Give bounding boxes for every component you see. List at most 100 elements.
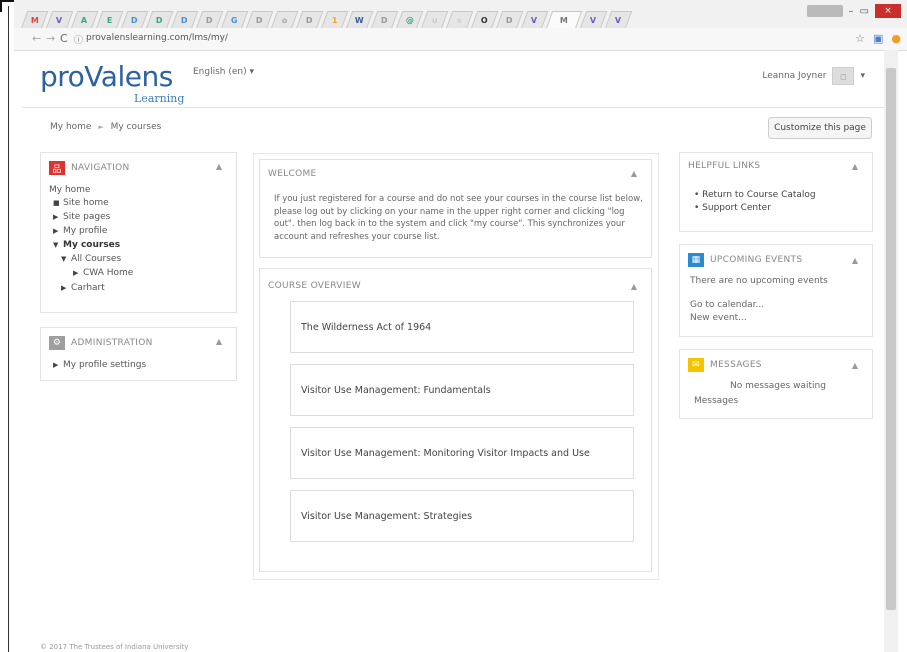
messages-block: ✉ MESSAGES ▲ No messages waiting Message… xyxy=(679,349,873,419)
reload-icon[interactable]: C xyxy=(60,32,68,45)
nav-profile-settings[interactable]: ▶ My profile settings xyxy=(53,360,146,370)
nav-site-pages[interactable]: ▶ Site pages xyxy=(53,212,110,222)
browser-tab[interactable]: D xyxy=(170,11,199,29)
browser-tab[interactable]: E xyxy=(95,11,124,29)
course-card[interactable]: Visitor Use Management: Strategies xyxy=(290,490,634,542)
tab-favicon-icon: D xyxy=(180,16,188,25)
calendar-icon: ▦ xyxy=(688,253,704,267)
url-field[interactable]: provalenslearning.com/lms/my/ xyxy=(86,33,228,43)
bookmark-star-icon[interactable]: ☆ xyxy=(855,32,865,45)
helpful-links-block: HELPFUL LINKS ▲ • Return to Course Catal… xyxy=(679,152,873,232)
browser-tab[interactable]: O xyxy=(470,11,499,29)
nav-site-home-label: Site home xyxy=(63,198,109,208)
no-messages-text: No messages waiting xyxy=(730,381,826,391)
welcome-block: WELCOME ▲ If you just registered for a c… xyxy=(259,159,652,258)
browser-tab[interactable]: D xyxy=(495,11,524,29)
window-controls: – ▭ × xyxy=(806,4,901,18)
browser-tab[interactable]: V xyxy=(604,11,633,29)
collapse-icon[interactable]: ▲ xyxy=(852,256,858,265)
messages-title-text: MESSAGES xyxy=(710,360,762,370)
tab-favicon-icon: W xyxy=(354,16,364,25)
user-menu[interactable]: Leanna Joyner ◻ ▾ xyxy=(762,67,865,85)
course-card[interactable]: The Wilderness Act of 1964 xyxy=(290,301,634,353)
browser-tab[interactable]: s xyxy=(445,11,474,29)
messages-link[interactable]: Messages xyxy=(694,396,738,406)
collapse-icon[interactable]: ▲ xyxy=(852,361,858,370)
tab-favicon-icon: D xyxy=(505,16,513,25)
forward-icon[interactable]: → xyxy=(46,32,55,45)
sitemap-icon: 品 xyxy=(49,161,65,175)
messages-title: ✉ MESSAGES xyxy=(688,358,762,372)
browser-tab[interactable]: A xyxy=(70,11,99,29)
browser-tab[interactable]: M xyxy=(545,11,583,29)
browser-tab[interactable]: G xyxy=(220,11,249,29)
navigation-title: 品 NAVIGATION xyxy=(49,161,130,175)
collapse-icon[interactable]: ▲ xyxy=(216,337,222,346)
new-event-link[interactable]: New event... xyxy=(690,313,747,323)
nav-my-profile[interactable]: ▶ My profile xyxy=(53,226,107,236)
maximize-button[interactable]: ▭ xyxy=(860,6,869,17)
site-info-icon[interactable]: ⓘ xyxy=(74,33,83,46)
tab-favicon-icon: 1 xyxy=(331,16,338,25)
browser-tab[interactable]: @ xyxy=(395,11,424,29)
back-icon[interactable]: ← xyxy=(32,32,41,45)
nav-site-home[interactable]: ■ Site home xyxy=(53,198,109,208)
browser-tab[interactable]: D xyxy=(295,11,324,29)
tab-favicon-icon: E xyxy=(106,16,113,25)
collapse-icon[interactable]: ▲ xyxy=(852,162,858,171)
upcoming-events-title-text: UPCOMING EVENTS xyxy=(710,255,803,265)
browser-tab[interactable]: D xyxy=(245,11,274,29)
nav-carhart-label: Carhart xyxy=(71,283,105,293)
link-support-center[interactable]: • Support Center xyxy=(694,203,771,213)
address-bar: ← → C ⓘ provalenslearning.com/lms/my/ ☆ … xyxy=(14,28,907,51)
browser-profile-chip[interactable] xyxy=(806,5,843,17)
administration-block: ⚙ ADMINISTRATION ▲ ▶ My profile settings xyxy=(40,327,237,381)
user-menu-caret-icon[interactable]: ▾ xyxy=(860,71,865,81)
browser-tab[interactable]: D xyxy=(370,11,399,29)
nav-carhart[interactable]: ▶ Carhart xyxy=(61,283,105,293)
browser-tab[interactable]: M xyxy=(20,11,49,29)
expand-arrow-icon: ▶ xyxy=(53,213,59,221)
scrollbar-thumb[interactable] xyxy=(886,68,896,610)
notification-icon[interactable]: ● xyxy=(891,32,901,45)
footer-copyright: © 2017 The Trustees of Indiana Universit… xyxy=(40,643,189,651)
collapse-icon[interactable]: ▲ xyxy=(216,162,222,171)
tab-favicon-icon: V xyxy=(615,16,622,25)
user-name[interactable]: Leanna Joyner xyxy=(762,71,826,81)
nav-all-courses[interactable]: ▼ All Courses xyxy=(61,254,121,264)
site-logo[interactable]: proValens Learning xyxy=(40,60,184,105)
minimize-button[interactable]: – xyxy=(849,6,854,17)
course-card[interactable]: Visitor Use Management: Fundamentals xyxy=(290,364,634,416)
link-course-catalog[interactable]: • Return to Course Catalog xyxy=(694,190,816,200)
nav-my-home[interactable]: My home xyxy=(49,185,90,195)
avatar[interactable]: ◻ xyxy=(832,67,855,85)
tab-favicon-icon: O xyxy=(480,16,488,25)
customize-page-button[interactable]: Customize this page xyxy=(768,117,872,139)
browser-tab[interactable]: V xyxy=(579,11,608,29)
browser-tab[interactable]: D xyxy=(195,11,224,29)
nav-cwa-home[interactable]: ▶ CWA Home xyxy=(73,268,133,278)
logo-text: proValens xyxy=(40,60,173,93)
browser-tab[interactable]: W xyxy=(345,11,374,29)
browser-tab-strip: M V A E D D D D G Do D 1 W D @ u s O D V M V V – ▭ × xyxy=(14,0,907,29)
course-card[interactable]: Visitor Use Management: Monitoring Visit… xyxy=(290,427,634,479)
extension-icon[interactable]: ▣ xyxy=(873,32,883,45)
expand-arrow-icon: ▶ xyxy=(53,227,59,235)
browser-tab[interactable]: V xyxy=(520,11,549,29)
nav-my-courses[interactable]: ▼ My courses xyxy=(53,240,120,250)
close-window-button[interactable]: × xyxy=(875,4,901,18)
browser-tab[interactable]: D xyxy=(145,11,174,29)
go-to-calendar-link[interactable]: Go to calendar... xyxy=(690,300,764,310)
profile-settings-label: My profile settings xyxy=(63,360,147,370)
tab-favicon-icon: o xyxy=(281,16,288,25)
language-selector[interactable]: English (en) ▾ xyxy=(193,67,254,77)
browser-tab[interactable]: V xyxy=(45,11,74,29)
collapse-icon[interactable]: ▲ xyxy=(631,169,637,178)
navigation-title-text: NAVIGATION xyxy=(71,163,130,173)
browser-tab[interactable]: 1 xyxy=(320,11,349,29)
browser-tab[interactable]: o xyxy=(270,11,299,29)
browser-tab[interactable]: D xyxy=(120,11,149,29)
collapse-icon[interactable]: ▲ xyxy=(631,282,637,291)
breadcrumb-home[interactable]: My home xyxy=(50,122,91,132)
browser-tab[interactable]: u xyxy=(420,11,449,29)
